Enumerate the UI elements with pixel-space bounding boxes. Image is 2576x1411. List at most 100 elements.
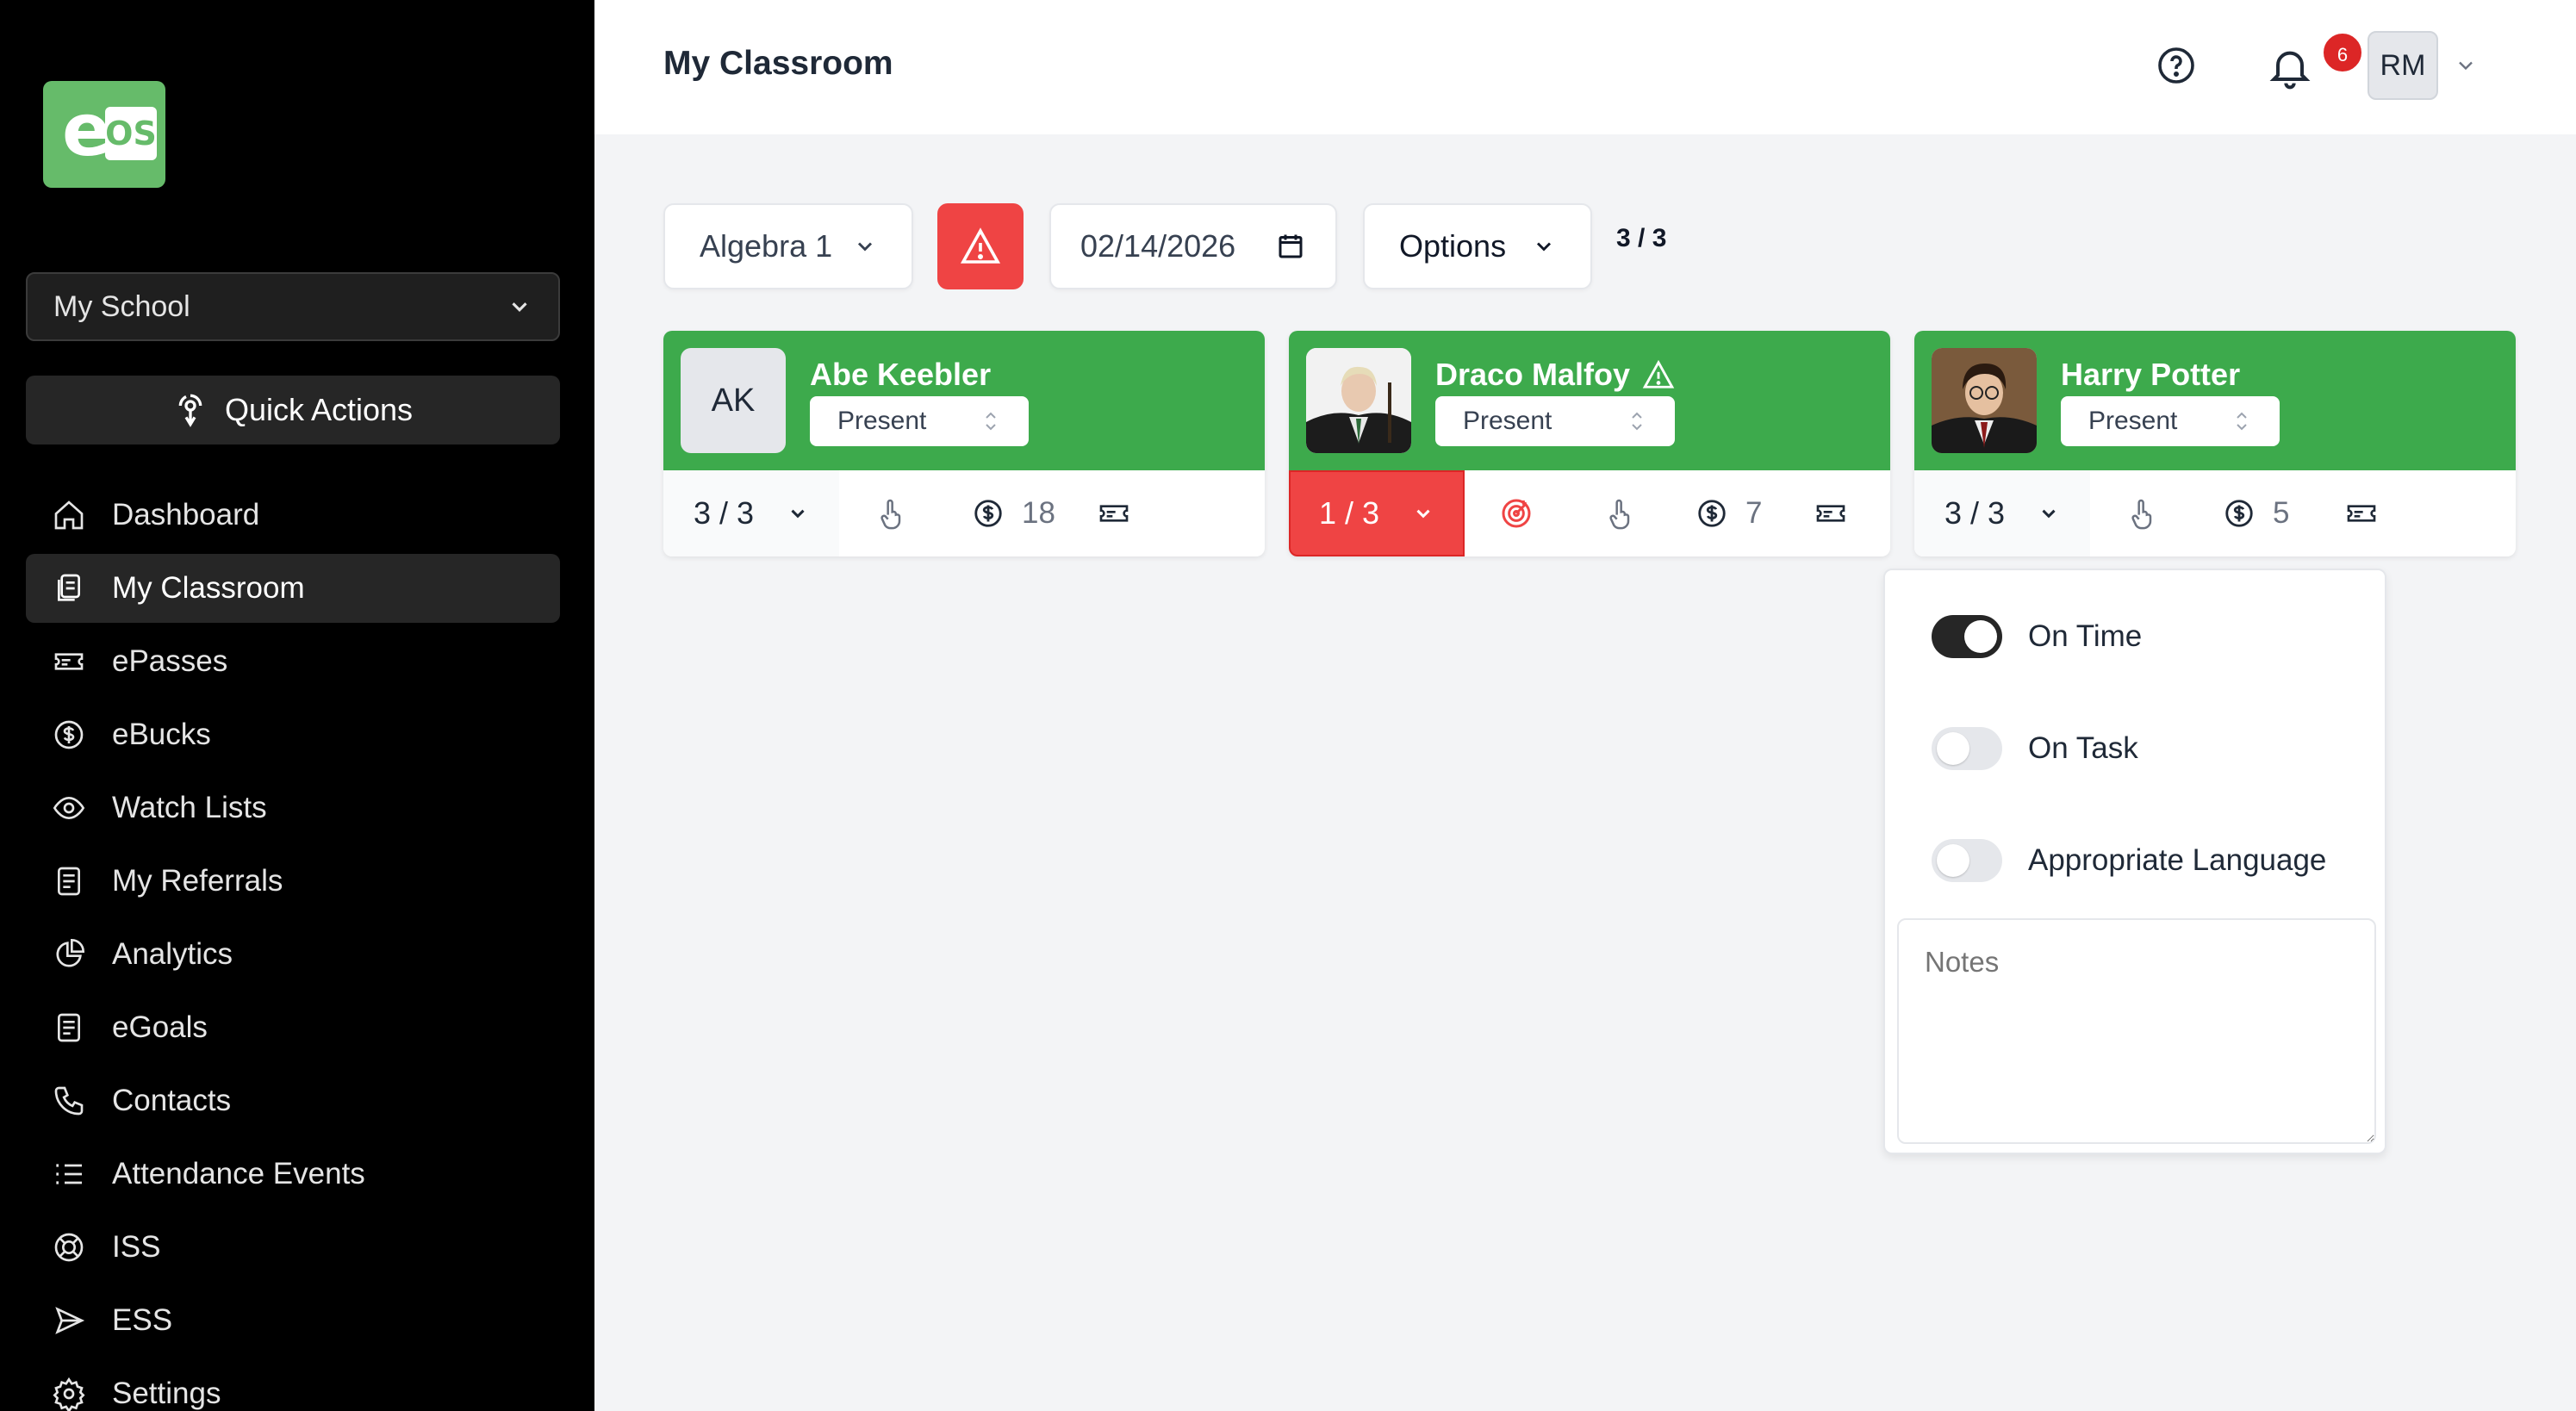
lifebuoy-icon bbox=[54, 1233, 84, 1262]
sidebar-item-egoals[interactable]: eGoals bbox=[26, 993, 560, 1062]
updown-icon bbox=[1632, 412, 1642, 431]
send-icon bbox=[55, 1307, 85, 1334]
student-name[interactable]: Draco Malfoy bbox=[1435, 357, 1675, 393]
hand-raise-button[interactable] bbox=[1568, 496, 1671, 531]
attendance-value: Present bbox=[2088, 407, 2178, 435]
sidebar-item-label: ePasses bbox=[112, 644, 228, 678]
on-task-toggle[interactable] bbox=[1932, 727, 2002, 770]
target-icon bbox=[1502, 499, 1531, 528]
classroom-icon bbox=[58, 574, 80, 601]
ebucks-button[interactable]: 7 bbox=[1696, 496, 1762, 531]
student-card-header: Harry Potter Present bbox=[1914, 331, 2516, 470]
phone-icon bbox=[54, 1086, 84, 1116]
behavior-score-button[interactable]: 3 / 3 bbox=[1914, 470, 2090, 556]
quick-actions-label: Quick Actions bbox=[224, 392, 414, 427]
chevron-down-icon bbox=[1536, 242, 1552, 252]
sidebar-item-label: eBucks bbox=[112, 718, 211, 751]
student-name[interactable]: Abe Keebler bbox=[810, 357, 991, 393]
warning-icon bbox=[1642, 359, 1675, 388]
school-select[interactable]: My School bbox=[26, 272, 560, 341]
ticket-icon bbox=[1099, 505, 1129, 522]
behavior-score: 3 / 3 bbox=[693, 495, 755, 531]
student-card-footer: 3 / 3 5 bbox=[1914, 470, 2516, 556]
dollar-icon bbox=[974, 500, 1002, 527]
behavior-toggle-row: On Time bbox=[1932, 615, 2142, 658]
alert-button[interactable] bbox=[937, 203, 1024, 289]
student-name-text: Harry Potter bbox=[2061, 357, 2241, 392]
date-input[interactable]: 02/14/2026 bbox=[1049, 203, 1337, 289]
sidebar-item-dashboard[interactable]: Dashboard bbox=[26, 481, 560, 550]
sidebar-item-my-referrals[interactable]: My Referrals bbox=[26, 847, 560, 916]
class-select[interactable]: Algebra 1 bbox=[663, 203, 913, 289]
gear-icon bbox=[53, 1377, 85, 1411]
sidebar-item-attendance-events[interactable]: Attendance Events bbox=[26, 1140, 560, 1209]
chevron-down-icon bbox=[2042, 509, 2056, 519]
student-name-text: Abe Keebler bbox=[810, 357, 992, 392]
quick-actions-button[interactable]: Quick Actions bbox=[26, 376, 560, 444]
attendance-value: Present bbox=[837, 407, 927, 435]
behavior-score-button[interactable]: 3 / 3 bbox=[663, 470, 839, 556]
sidebar-item-watch-lists[interactable]: Watch Lists bbox=[26, 774, 560, 842]
goal-button[interactable] bbox=[1465, 496, 1568, 531]
student-card-header: Draco Malfoy Present bbox=[1289, 331, 1890, 470]
appropriate-language-toggle[interactable] bbox=[1932, 839, 2002, 882]
attendance-select[interactable]: Present bbox=[2061, 396, 2280, 446]
chevron-down-icon bbox=[857, 242, 873, 252]
sidebar-item-iss[interactable]: ISS bbox=[26, 1213, 560, 1282]
epass-button[interactable] bbox=[1814, 496, 1848, 531]
on-time-toggle[interactable] bbox=[1932, 615, 2002, 658]
hand-pointer-icon bbox=[880, 499, 901, 530]
eye-icon bbox=[53, 796, 85, 820]
epass-button[interactable] bbox=[1097, 496, 1131, 531]
hand-pointer-icon bbox=[1609, 499, 1630, 530]
document-icon bbox=[58, 1013, 80, 1042]
chevron-down-icon[interactable] bbox=[2454, 53, 2478, 78]
sidebar-item-epasses[interactable]: ePasses bbox=[26, 627, 560, 696]
notes-textarea[interactable] bbox=[1897, 918, 2376, 1144]
sidebar-item-label: eGoals bbox=[112, 1010, 208, 1044]
sidebar-item-label: Attendance Events bbox=[112, 1157, 365, 1190]
sidebar-item-contacts[interactable]: Contacts bbox=[26, 1066, 560, 1135]
student-photo-image bbox=[1306, 348, 1411, 453]
student-card: Draco Malfoy Present 1 / 3 7 bbox=[1289, 331, 1890, 556]
ebucks-button[interactable]: 5 bbox=[2223, 496, 2289, 531]
list-icon bbox=[56, 1164, 82, 1184]
student-name-text: Draco Malfoy bbox=[1435, 357, 1631, 392]
student-card-header: AK Abe Keebler Present bbox=[663, 331, 1265, 470]
student-photo bbox=[1932, 348, 2037, 453]
toggle-label: Appropriate Language bbox=[2028, 843, 2327, 877]
document-icon bbox=[58, 867, 80, 896]
ebucks-button[interactable]: 18 bbox=[972, 496, 1055, 531]
behavior-score-button[interactable]: 1 / 3 bbox=[1289, 470, 1465, 556]
sidebar-item-ess[interactable]: ESS bbox=[26, 1286, 560, 1355]
attendance-select[interactable]: Present bbox=[810, 396, 1029, 446]
student-card-footer: 1 / 3 7 bbox=[1289, 470, 1890, 556]
ebucks-count: 7 bbox=[1745, 496, 1763, 530]
epass-button[interactable] bbox=[2344, 496, 2379, 531]
page-title: My Classroom bbox=[663, 45, 893, 82]
hand-pointer-icon bbox=[2131, 499, 2152, 530]
options-button[interactable]: Options bbox=[1363, 203, 1592, 289]
eos-logo[interactable]: e OS bbox=[43, 81, 165, 188]
dollar-icon bbox=[2225, 500, 2253, 527]
sidebar-item-settings[interactable]: Settings bbox=[26, 1359, 560, 1411]
hand-raise-button[interactable] bbox=[839, 496, 943, 531]
student-avatar: AK bbox=[681, 348, 786, 453]
sidebar-item-my-classroom[interactable]: My Classroom bbox=[26, 554, 560, 623]
sidebar-item-ebucks[interactable]: eBucks bbox=[26, 700, 560, 769]
sidebar: e OS My School Quick Actions Dashboard M… bbox=[0, 0, 594, 1411]
user-avatar[interactable]: RM bbox=[2368, 31, 2438, 100]
student-card: Harry Potter Present 3 / 3 5 bbox=[1914, 331, 2516, 556]
ebucks-count: 18 bbox=[1022, 496, 1055, 530]
behavior-toggle-row: Appropriate Language bbox=[1932, 839, 2326, 882]
student-name[interactable]: Harry Potter bbox=[2061, 357, 2240, 393]
help-icon[interactable] bbox=[2156, 45, 2197, 86]
bell-icon[interactable] bbox=[2266, 43, 2314, 91]
main-content: My Classroom 6 RM Algebra 1 02/14/2026 O… bbox=[594, 0, 2576, 1411]
calendar-icon[interactable] bbox=[1275, 231, 1306, 262]
attendance-select[interactable]: Present bbox=[1435, 396, 1675, 446]
updown-icon bbox=[986, 412, 996, 431]
sidebar-item-label: ESS bbox=[112, 1303, 173, 1337]
sidebar-item-analytics[interactable]: Analytics bbox=[26, 920, 560, 989]
hand-raise-button[interactable] bbox=[2090, 496, 2193, 531]
